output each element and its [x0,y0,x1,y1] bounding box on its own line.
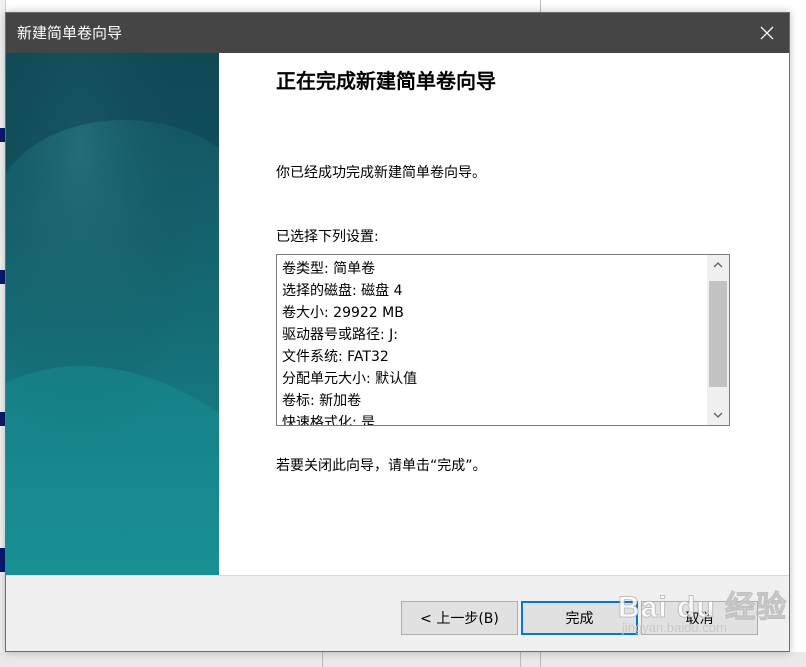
success-message: 你已经成功完成新建简单卷向导。 [276,165,486,181]
settings-summary-list[interactable]: 卷类型: 简单卷 选择的磁盘: 磁盘 4 卷大小: 29922 MB 驱动器号或… [276,254,730,426]
back-button[interactable]: < 上一步(B) [401,601,518,635]
wizard-content: 正在完成新建简单卷向导 你已经成功完成新建简单卷向导。 已选择下列设置: 卷类型… [219,53,789,575]
setting-item: 文件系统: FAT32 [282,349,389,365]
wizard-side-banner [6,53,219,575]
cancel-button[interactable]: 取消 [641,601,758,635]
scroll-up-button[interactable] [707,255,729,275]
page-title: 正在完成新建简单卷向导 [276,69,496,93]
scroll-down-button[interactable] [707,405,729,425]
new-simple-volume-wizard-dialog: 新建简单卷向导 正在完成新建简单卷向导 你已经成功完成新建简单卷向导。 已选择下… [5,12,790,652]
background-divider [520,652,521,667]
setting-item: 选择的磁盘: 磁盘 4 [282,283,403,299]
background-divider [540,0,541,12]
background-divider [322,652,323,667]
close-button[interactable] [745,13,789,53]
setting-item: 卷类型: 简单卷 [282,261,376,277]
background-divider [540,652,541,667]
close-icon [760,26,774,40]
setting-item: 卷大小: 29922 MB [282,305,404,321]
close-instruction: 若要关闭此向导，请单击“完成”。 [276,458,487,474]
setting-item: 卷标: 新加卷 [282,393,362,409]
setting-item: 快速格式化: 是 [282,415,376,426]
screen: 新建简单卷向导 正在完成新建简单卷向导 你已经成功完成新建简单卷向导。 已选择下… [0,0,806,667]
scrollbar-thumb[interactable] [709,281,727,387]
setting-item: 驱动器号或路径: J: [282,327,399,343]
settings-label: 已选择下列设置: [276,229,379,245]
banner-decoration [6,53,219,575]
settings-list: 卷类型: 简单卷 选择的磁盘: 磁盘 4 卷大小: 29922 MB 驱动器号或… [282,258,418,426]
background-window-bottom [0,652,806,667]
chevron-down-icon [713,412,723,418]
title-bar[interactable]: 新建简单卷向导 [6,13,789,53]
chevron-up-icon [713,262,723,268]
button-bar: < 上一步(B) 完成 取消 [6,575,789,651]
window-title: 新建简单卷向导 [17,24,123,42]
vertical-scrollbar[interactable] [707,255,729,425]
finish-button[interactable]: 完成 [521,601,638,635]
setting-item: 分配单元大小: 默认值 [282,371,418,387]
